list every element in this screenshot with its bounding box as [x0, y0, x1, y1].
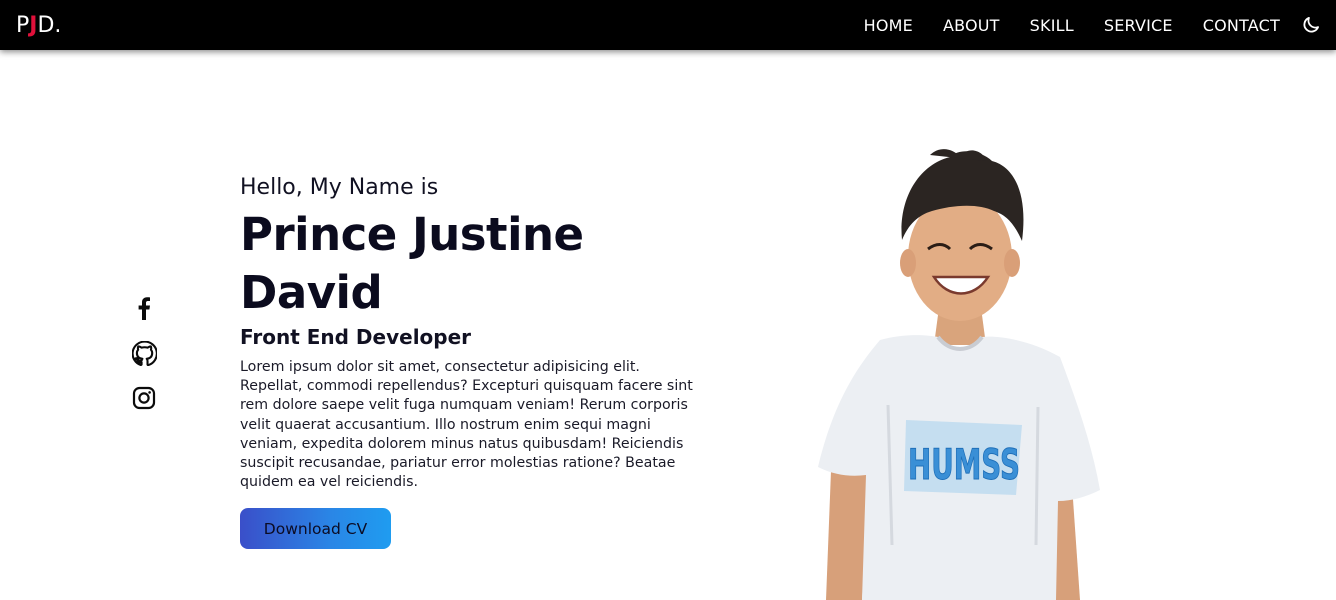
moon-icon	[1303, 17, 1319, 33]
github-link[interactable]	[130, 339, 158, 367]
profile-photo: HUMSS	[818, 149, 1100, 600]
navbar: P J D. HOME ABOUT SKILL SERVICE CONTACT	[0, 0, 1336, 50]
logo-accent: J	[29, 12, 38, 38]
nav-link-home[interactable]: HOME	[864, 16, 913, 35]
social-links	[130, 294, 158, 429]
shirt-text: HUMSS	[908, 440, 1020, 489]
nav-link-service[interactable]: SERVICE	[1104, 16, 1173, 35]
instagram-icon	[132, 386, 156, 410]
github-icon	[131, 340, 157, 366]
hero-name-line2: David	[240, 266, 383, 319]
hero-greeting: Hello, My Name is	[240, 175, 439, 200]
logo-suffix: D.	[37, 12, 62, 38]
site-logo[interactable]: P J D.	[16, 13, 61, 38]
facebook-link[interactable]	[130, 294, 158, 322]
hero-name-line1: Prince Justine	[240, 208, 584, 261]
instagram-link[interactable]	[130, 384, 158, 412]
nav-link-contact[interactable]: CONTACT	[1203, 16, 1280, 35]
hero-section: Hello, My Name is Prince Justine David F…	[240, 172, 710, 550]
theme-toggle-button[interactable]	[1300, 14, 1322, 36]
hero-bio: Lorem ipsum dolor sit amet, consectetur …	[240, 359, 693, 491]
nav-link-about[interactable]: ABOUT	[943, 16, 1000, 35]
hero-role: Front End Developer	[240, 325, 472, 349]
hero-name: Prince Justine David	[240, 206, 710, 322]
shirt-print: HUMSS	[904, 420, 1022, 495]
logo-prefix: P	[16, 12, 30, 38]
facebook-icon	[138, 297, 150, 320]
download-cv-button[interactable]: Download CV	[240, 508, 391, 550]
nav-link-skill[interactable]: SKILL	[1030, 16, 1074, 35]
main-nav: HOME ABOUT SKILL SERVICE CONTACT	[864, 14, 1322, 36]
